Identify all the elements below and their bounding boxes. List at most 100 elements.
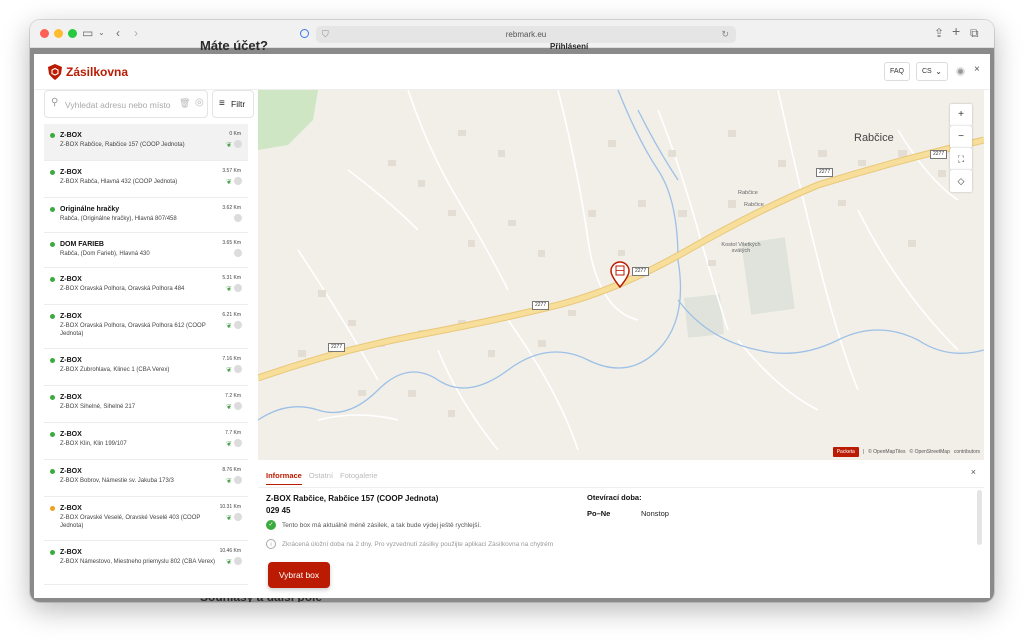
list-item-address: Z-BOX Sihelné, Sihelné 217 (60, 404, 136, 410)
detail-zip: 029 45 (266, 506, 291, 515)
zoom-out-button[interactable]: − (950, 126, 972, 148)
filter-button[interactable]: ≡ Filtr (212, 90, 254, 118)
box-type-icon (234, 214, 242, 222)
list-item-address: Z-BOX Bobrov, Námestie sv. Jakuba 173/3 (60, 478, 174, 484)
tab-overview-icon[interactable]: ⧉ (970, 25, 979, 41)
status-dot (50, 506, 55, 511)
url-text: rebmark.eu (505, 30, 547, 39)
list-item-distance: 10.31 Km (219, 504, 241, 510)
status-dot (50, 133, 55, 138)
attribution-contrib[interactable]: contributors (954, 449, 980, 455)
list-item[interactable]: Z-BOX Z-BOX Oravská Polhora, Oravská Polh… (44, 268, 248, 305)
road-number-label: 2277 (930, 150, 948, 159)
status-dot (50, 277, 55, 282)
info-text: Zkrácená úložní doba na 2 dny. Pro vyzve… (282, 540, 554, 548)
road-number-label: 2277 (632, 267, 650, 276)
map-town-label: Rabčice (854, 132, 894, 144)
chevron-down-icon[interactable]: ⌄ (98, 25, 105, 41)
list-item[interactable]: Z-BOX Z-BOX Námestovo, Miestneho priemysl… (44, 541, 248, 585)
address-bar[interactable]: ⛉ rebmark.eu ↻ (316, 26, 736, 43)
list-item-distance: 8.76 Km (222, 467, 241, 473)
new-tab-icon[interactable]: + (952, 23, 960, 39)
list-item-name: Z-BOX (60, 357, 82, 364)
search-icon: ⚲ (51, 97, 59, 108)
map-poi-label-1: Rabčice (738, 190, 758, 196)
list-item[interactable]: Originálne hračky Rabča, (Originálne hrač… (44, 198, 248, 233)
locate-icon[interactable]: ◎ (195, 97, 204, 108)
info-icon: i (266, 539, 276, 549)
sidebar-toggle-icon[interactable]: ▭ (82, 25, 93, 41)
list-item-address: Z-BOX Námestovo, Miestneho priemyslu 802… (60, 559, 216, 565)
close-detail-icon[interactable]: × (971, 467, 976, 477)
bg-heading-top: Máte účet? (200, 38, 268, 53)
tab-other[interactable]: Ostatní (309, 471, 333, 485)
opening-hours-title: Otevírací doba: (587, 493, 642, 502)
select-box-button[interactable]: Vybrat box (268, 562, 330, 588)
locate-me-icon[interactable]: ◇ (950, 170, 972, 192)
shield-logo-icon (48, 64, 62, 80)
list-item-name: Z-BOX (60, 169, 82, 176)
list-item[interactable]: Z-BOX Z-BOX Klin, Klin 199/107 7.7 Km ❦ (44, 423, 248, 460)
status-dot (50, 550, 55, 555)
list-item[interactable]: Z-BOX Z-BOX Oravské Veselé, Oravské Vesel… (44, 497, 248, 541)
attribution-tiles[interactable]: © OpenMapTiles (868, 449, 905, 455)
list-item[interactable]: Z-BOX Z-BOX Rabča, Hlavná 432 (COOP Jedno… (44, 161, 248, 198)
status-dot (50, 469, 55, 474)
list-item-address: Rabča, (Dom Farieb), Hlavná 430 (60, 251, 150, 257)
eco-leaf-icon: ❦ (226, 404, 232, 411)
eco-leaf-icon: ❦ (226, 478, 232, 485)
language-select[interactable]: CS ⌄ (916, 62, 948, 81)
status-dot (50, 314, 55, 319)
selected-pickup-marker[interactable] (609, 260, 631, 288)
close-icon[interactable]: × (974, 64, 980, 75)
faq-button[interactable]: FAQ (884, 62, 910, 81)
opening-hours-value: Nonstop (641, 509, 669, 518)
list-item-address: Z-BOX Oravská Polhora, Oravská Polhora 6… (60, 323, 206, 337)
list-item-name: Z-BOX (60, 276, 82, 283)
map[interactable]: Rabčice Rabčice Rabčice Kostol Všetkých … (258, 90, 984, 460)
reload-icon[interactable]: ↻ (721, 26, 729, 43)
tab-information[interactable]: Informace (266, 471, 302, 485)
list-item[interactable]: DOM FARIEB Rabča, (Dom Farieb), Hlavná 43… (44, 233, 248, 268)
status-dot (50, 395, 55, 400)
zoom-in-button[interactable]: + (950, 104, 972, 126)
scrollbar[interactable] (977, 490, 982, 545)
close-window-button[interactable] (40, 29, 49, 38)
list-item-address: Rabča, (Originálne hračky), Hlavná 807/4… (60, 216, 177, 222)
share-icon[interactable]: ⇪ (934, 25, 944, 41)
zoom-window-button[interactable] (68, 29, 77, 38)
eco-leaf-icon: ❦ (226, 559, 232, 566)
pickup-point-widget: Zásilkovna FAQ CS ⌄ × ⚲ Vyhledat adresu … (34, 54, 990, 598)
back-icon[interactable]: ‹ (116, 25, 120, 41)
attribution-osm[interactable]: © OpenStreetMap (910, 449, 950, 455)
account-icon[interactable] (956, 67, 965, 76)
list-item-name: Z-BOX (60, 549, 82, 556)
page-settings-icon[interactable]: ⛉ (322, 26, 329, 43)
packeta-badge: Packeta (832, 447, 859, 457)
opening-hours-day: Po–Ne (587, 509, 611, 518)
status-dot (50, 358, 55, 363)
list-item[interactable]: Z-BOX Z-BOX Bobrov, Námestie sv. Jakuba 1… (44, 460, 248, 497)
list-item-address: Z-BOX Rabčice, Rabčice 157 (COOP Jednota… (60, 142, 185, 148)
list-item-distance: 7.16 Km (222, 356, 241, 362)
minimize-window-button[interactable] (54, 29, 63, 38)
list-item[interactable]: Z-BOX Z-BOX Oravská Polhora, Oravská Polh… (44, 305, 248, 349)
tab-divider (258, 487, 984, 488)
fullscreen-icon[interactable]: ⛶ (950, 148, 972, 170)
eco-leaf-icon: ❦ (226, 142, 232, 149)
privacy-report-icon[interactable] (300, 29, 309, 38)
list-item[interactable]: Z-BOX Z-BOX Rabčice, Rabčice 157 (COOP Je… (44, 124, 248, 161)
forward-icon[interactable]: › (134, 25, 138, 41)
tab-photo-gallery[interactable]: Fotogalerie (340, 471, 378, 485)
list-item-name: Z-BOX (60, 468, 82, 475)
browser-toolbar: ▭ ⌄ ‹ › ⛉ rebmark.eu ↻ ⇪ + ⧉ (30, 20, 994, 48)
box-type-icon (234, 249, 242, 257)
list-item-distance: 6.21 Km (222, 312, 241, 318)
search-input[interactable]: ⚲ Vyhledat adresu nebo místo 🗑 ◎ (44, 90, 208, 118)
detail-tabs: Informace Ostatní Fotogalerie (266, 471, 378, 485)
list-item[interactable]: Z-BOX Z-BOX Zubrohlava, Klinec 1 (CBA Ver… (44, 349, 248, 386)
trash-icon[interactable]: 🗑 (179, 98, 190, 109)
info-row: ✓ Tento box má aktuálně méně zásilek, a … (266, 520, 481, 530)
list-item[interactable]: Z-BOX Z-BOX Sihelné, Sihelné 217 7.2 Km ❦ (44, 386, 248, 423)
status-dot (50, 207, 55, 212)
